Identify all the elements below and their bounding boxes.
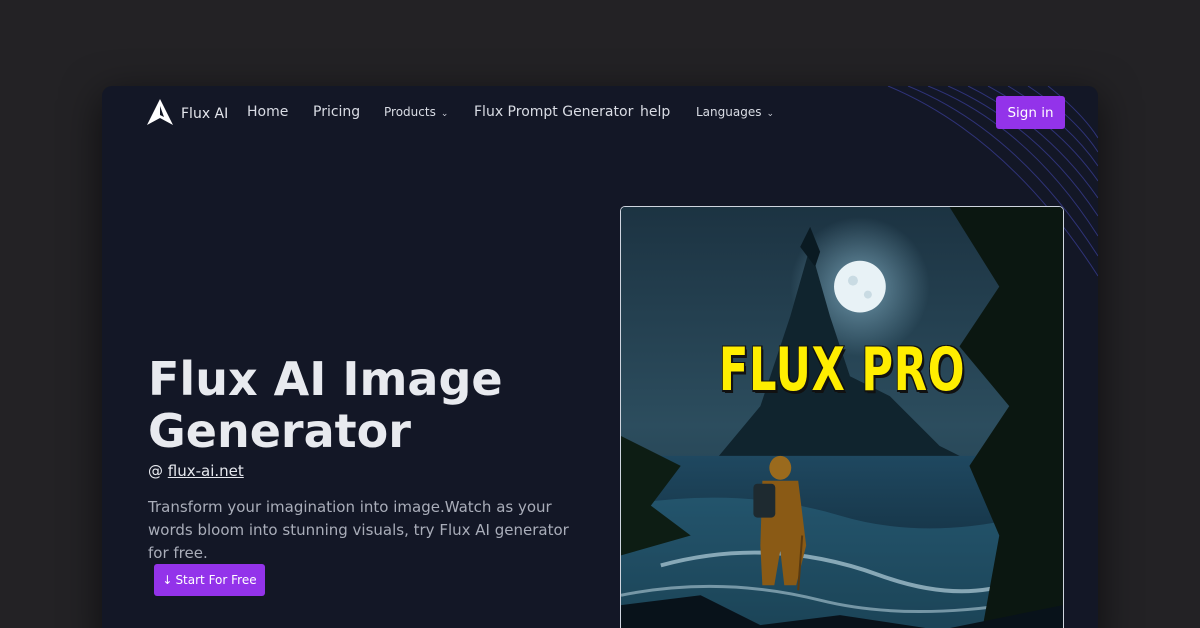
site-link[interactable]: flux-ai.net: [168, 462, 244, 480]
nav-home[interactable]: Home: [247, 104, 288, 120]
nav-languages[interactable]: Languages ⌄: [696, 105, 774, 119]
start-for-free-button[interactable]: ↓ Start For Free: [154, 564, 265, 596]
arrow-down-icon: ↓: [162, 573, 173, 587]
brand-logo[interactable]: Flux AI: [146, 98, 228, 130]
nav-products-label: Products: [384, 105, 436, 119]
hero-description: Transform your imagination into image.Wa…: [148, 498, 569, 562]
nav-products[interactable]: Products ⌄: [384, 105, 448, 119]
hero-image-scene: [621, 207, 1063, 628]
sign-in-button[interactable]: Sign in: [996, 96, 1065, 129]
nav-help[interactable]: help: [640, 104, 670, 120]
chevron-down-icon: ⌄: [766, 109, 775, 119]
credit-prefix: @: [148, 462, 163, 480]
nav-languages-label: Languages: [696, 105, 762, 119]
brand-name: Flux AI: [181, 106, 229, 122]
nav-pricing[interactable]: Pricing: [313, 104, 360, 120]
hero-image: FLUX PRO: [620, 206, 1064, 628]
chevron-down-icon: ⌄: [440, 109, 449, 119]
poster-title-text: FLUX PRO: [718, 335, 966, 405]
browser-window: Flux AI Home Pricing Products ⌄ Flux Prom…: [102, 86, 1098, 628]
top-navbar: Flux AI Home Pricing Products ⌄ Flux Prom…: [102, 86, 1098, 140]
flux-logo-icon: [146, 98, 174, 130]
nav-flux-prompt-generator[interactable]: Flux Prompt Generator: [474, 104, 633, 120]
hero-title: Flux AI Image Generator: [148, 352, 503, 458]
start-for-free-label: Start For Free: [175, 573, 257, 587]
site-credit: @ flux-ai.net: [148, 462, 244, 480]
